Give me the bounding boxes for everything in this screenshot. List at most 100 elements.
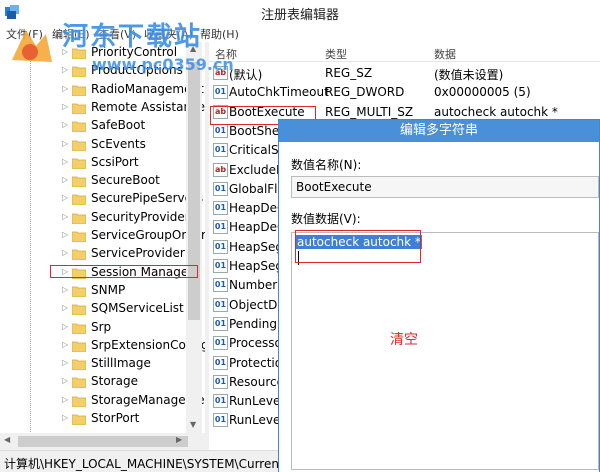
- binary-value-icon: 01: [213, 239, 228, 254]
- column-data[interactable]: 数据: [434, 46, 456, 62]
- expand-arrow-icon[interactable]: ▷: [62, 230, 70, 240]
- value-name: (默认): [229, 68, 263, 82]
- highlight-value-data: [295, 230, 421, 263]
- expand-arrow-icon[interactable]: ▷: [62, 413, 70, 423]
- tree-scroll-thumb[interactable]: [188, 62, 200, 320]
- binary-value-icon: 01: [213, 123, 228, 138]
- list-header: 名称 类型 数据: [209, 42, 600, 62]
- folder-icon: [72, 158, 86, 169]
- expand-arrow-icon[interactable]: ▷: [62, 376, 70, 386]
- expand-arrow-icon[interactable]: ▷: [62, 175, 70, 185]
- dialog-body: 数值名称(N): BootExecute 数值数据(V): autocheck …: [279, 142, 599, 472]
- folder-icon: [72, 359, 86, 371]
- watermark-logo-icon: [12, 30, 52, 62]
- tree-node-label: Storage: [91, 374, 138, 389]
- tree-node-label: ScEvents: [91, 136, 146, 151]
- registry-editor-window: 注册表编辑器 文件(F) 编辑(E) 查看(V) 收藏夹(A) 帮助(H) ▷P…: [0, 0, 600, 472]
- binary-value-icon: 01: [213, 297, 228, 312]
- binary-value-icon: 01: [213, 181, 228, 196]
- expand-arrow-icon[interactable]: ▷: [62, 102, 70, 112]
- expand-arrow-icon[interactable]: ▷: [62, 84, 70, 94]
- tree-node-label: StorPort: [91, 411, 140, 425]
- folder-icon: [72, 213, 86, 224]
- folder-icon: [72, 377, 86, 389]
- binary-value-icon: 01: [213, 259, 228, 273]
- expand-arrow-icon[interactable]: ▷: [62, 340, 70, 350]
- folder-icon: [72, 176, 86, 188]
- expand-arrow-icon[interactable]: ▷: [62, 157, 70, 167]
- string-value-icon: ab: [213, 162, 228, 177]
- value-data: autocheck autochk *: [434, 104, 558, 119]
- expand-arrow-icon[interactable]: ▷: [62, 358, 70, 368]
- value-type: REG_SZ: [325, 66, 373, 80]
- scroll-left-arrow-icon[interactable]: ◀: [4, 435, 10, 444]
- dialog-title: 编辑多字符串: [279, 120, 599, 142]
- tree-node-label: SQMServiceList: [91, 301, 184, 316]
- value-name-field: BootExecute: [291, 176, 599, 198]
- highlight-session-manager: [50, 265, 198, 278]
- tree-node-label: SNMP: [91, 282, 126, 297]
- folder-icon: [72, 103, 86, 114]
- tree-node-label: StillImage: [91, 356, 151, 371]
- folder-icon: [72, 66, 86, 78]
- value-type: REG_DWORD: [325, 85, 405, 100]
- value-name: AutoChkTimeout: [229, 85, 329, 100]
- folder-icon: [72, 85, 86, 96]
- binary-value-icon: 01: [213, 394, 228, 409]
- value-data-textarea[interactable]: autocheck autochk * 清空: [291, 230, 599, 470]
- binary-value-icon: 01: [213, 336, 228, 351]
- annotation-clear: 清空: [390, 332, 418, 348]
- folder-icon: [72, 304, 86, 316]
- tree-guide-line: [30, 42, 31, 432]
- watermark-url: www.pc0359.cn: [92, 55, 234, 74]
- binary-value-icon: 01: [213, 413, 228, 428]
- tree-node-label: SafeBoot: [91, 118, 146, 133]
- folder-icon: [72, 194, 86, 206]
- list-item[interactable]: 01 AutoChkTimeout REG_DWORD 0x00000005 (5): [209, 83, 600, 102]
- binary-value-icon: 01: [213, 85, 228, 100]
- binary-value-icon: 01: [213, 201, 228, 216]
- expand-arrow-icon[interactable]: ▷: [62, 120, 70, 130]
- binary-value-icon: 01: [213, 143, 228, 158]
- binary-value-icon: 01: [213, 355, 228, 370]
- folder-icon: [72, 414, 86, 425]
- value-data: (数值未设置): [434, 68, 504, 82]
- binary-value-icon: 01: [213, 278, 228, 293]
- expand-arrow-icon[interactable]: ▷: [62, 285, 70, 295]
- expand-arrow-icon[interactable]: ▷: [62, 395, 70, 405]
- tree-node-label: ScsiPort: [91, 154, 139, 169]
- expand-arrow-icon[interactable]: ▷: [62, 139, 70, 149]
- expand-arrow-icon[interactable]: ▷: [62, 212, 70, 222]
- expand-arrow-icon[interactable]: ▷: [62, 248, 70, 258]
- folder-icon: [72, 396, 86, 407]
- expand-arrow-icon[interactable]: ▷: [62, 322, 70, 332]
- folder-icon: [72, 231, 86, 242]
- folder-icon: [72, 323, 86, 334]
- value-type: REG_MULTI_SZ: [325, 104, 414, 119]
- scroll-down-arrow-icon[interactable]: ▼: [190, 420, 196, 429]
- value-name-label: 数值名称(N):: [291, 158, 362, 172]
- expand-arrow-icon[interactable]: ▷: [62, 65, 70, 75]
- list-item[interactable]: ab (默认) REG_SZ (数值未设置): [209, 64, 600, 83]
- binary-value-icon: 01: [213, 316, 228, 331]
- menu-help[interactable]: 帮助(H): [200, 26, 239, 42]
- watermark-text: 河东下载站: [62, 22, 203, 52]
- tree-hscroll-thumb[interactable]: [18, 436, 188, 447]
- folder-icon: [72, 286, 86, 297]
- column-type[interactable]: 类型: [325, 46, 347, 62]
- tree-node-label: SecurityProviders: [91, 209, 196, 224]
- folder-icon: [72, 140, 86, 151]
- binary-value-icon: 01: [213, 374, 228, 389]
- folder-icon: [72, 341, 86, 352]
- value-data: 0x00000005 (5): [434, 85, 531, 100]
- tree-node-label: Srp: [91, 319, 112, 334]
- edit-multistring-dialog: 编辑多字符串 数值名称(N): BootExecute 数值数据(V): aut…: [278, 119, 600, 472]
- binary-value-icon: 01: [213, 220, 228, 235]
- expand-arrow-icon[interactable]: ▷: [62, 193, 70, 203]
- expand-arrow-icon[interactable]: ▷: [62, 303, 70, 313]
- tree-node-label: SecureBoot: [91, 173, 160, 188]
- scroll-right-arrow-icon[interactable]: ▶: [176, 435, 182, 444]
- value-data-label: 数值数据(V):: [291, 212, 361, 226]
- folder-icon: [72, 121, 86, 133]
- folder-icon: [72, 249, 86, 261]
